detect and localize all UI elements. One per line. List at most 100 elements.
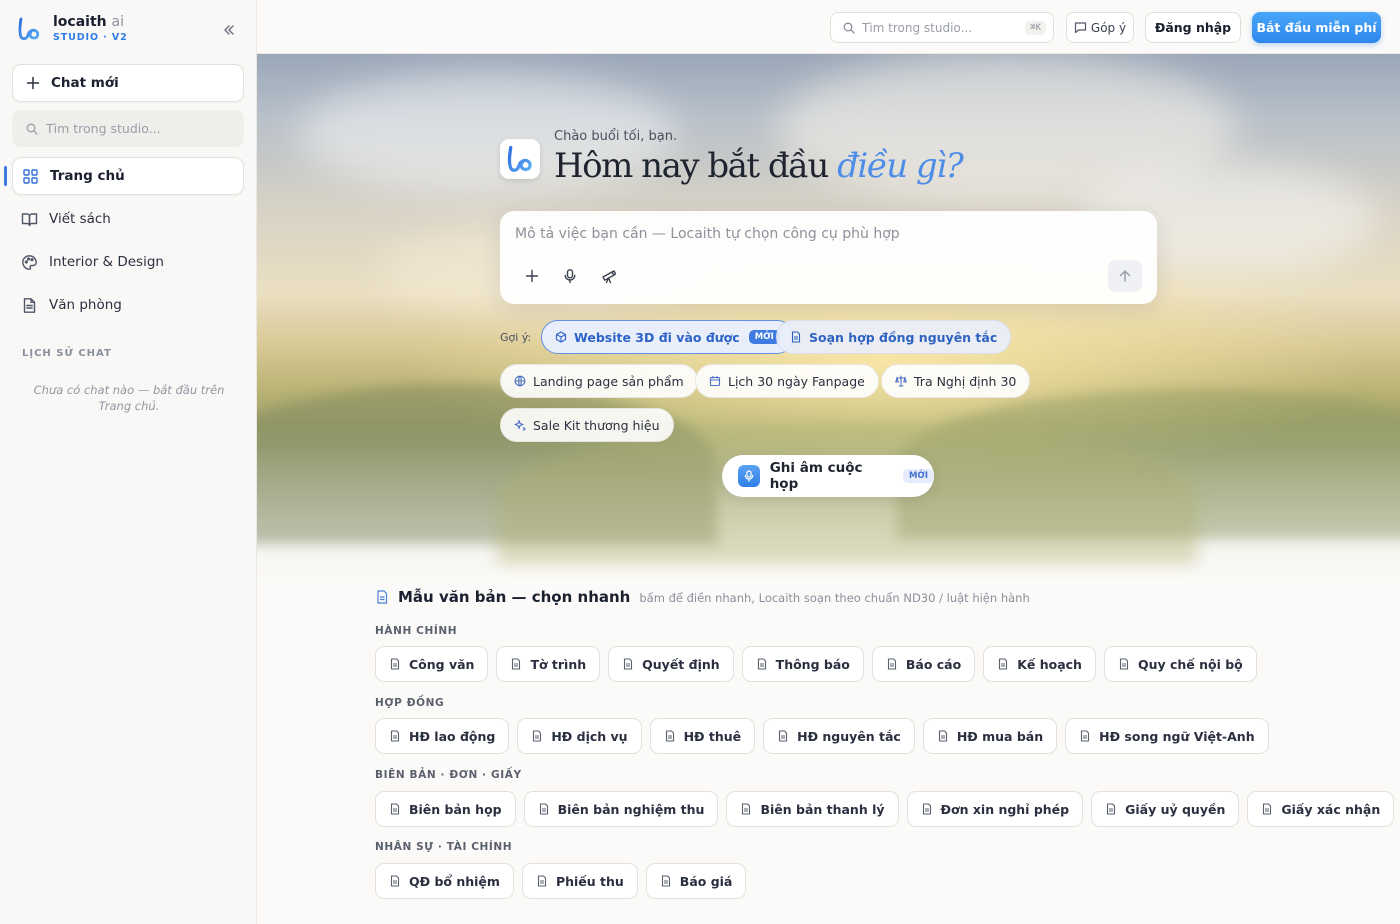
template-chip[interactable]: Tờ trình <box>496 646 601 682</box>
document-icon <box>390 803 400 815</box>
template-chip[interactable]: Biên bản họp <box>375 791 516 827</box>
suggestion-label: Tra Nghị định 30 <box>914 373 1017 389</box>
microphone-icon[interactable] <box>562 268 578 284</box>
collapse-sidebar-icon[interactable] <box>221 22 237 38</box>
template-chip-label: Thông báo <box>775 656 850 672</box>
template-row-hr-finance: QĐ bổ nhiệm Phiếu thu Báo giá <box>375 863 754 899</box>
template-group-label: NHÂN SỰ · TÀI CHÍNH <box>375 841 513 853</box>
template-chip[interactable]: Biên bản thanh lý <box>726 791 899 827</box>
document-icon <box>938 730 947 742</box>
hero-background <box>257 54 1400 584</box>
suggestion-contract[interactable]: Soạn hợp đồng nguyên tắc <box>776 320 1012 354</box>
template-chip[interactable]: Giấy xác nhận <box>1247 791 1395 827</box>
document-icon <box>539 803 548 815</box>
template-chip[interactable]: Công văn <box>375 646 489 682</box>
template-chip[interactable]: HĐ lao động <box>375 718 510 754</box>
template-chip-label: HĐ song ngữ Việt-Anh <box>1099 728 1255 744</box>
template-chip[interactable]: Báo giá <box>645 863 747 899</box>
grid-icon <box>23 168 38 184</box>
document-icon <box>661 875 670 887</box>
suggestion-website-3d[interactable]: Website 3D đi vào được MỚI <box>541 320 794 354</box>
sidebar-item-label: Trang chủ <box>50 168 125 184</box>
suggestion-sale-kit[interactable]: Sale Kit thương hiệu <box>500 408 674 442</box>
document-icon <box>390 658 400 670</box>
locaith-logo-icon <box>18 17 40 41</box>
feedback-label: Góp ý <box>1090 20 1127 35</box>
sparkle-icon <box>514 419 526 431</box>
template-chip-label: Đơn xin nghỉ phép <box>940 801 1070 817</box>
template-chip[interactable]: HĐ dịch vụ <box>517 718 642 754</box>
locaith-logo-icon <box>507 145 532 172</box>
suggestion-label: Website 3D đi vào được <box>574 329 740 345</box>
record-mic-badge <box>738 465 760 487</box>
top-search-input[interactable]: Tìm trong studio... ⌘K <box>830 12 1054 43</box>
template-chip[interactable]: Đơn xin nghỉ phép <box>906 791 1084 827</box>
template-chip[interactable]: Biên bản nghiệm thu <box>523 791 719 827</box>
telescope-icon[interactable] <box>601 268 617 284</box>
document-icon <box>390 730 400 742</box>
cube-icon <box>555 331 567 343</box>
new-chat-button[interactable]: Chat mới <box>12 64 244 102</box>
template-chip[interactable]: QĐ bổ nhiệm <box>375 863 514 899</box>
template-chip[interactable]: Giấy uỷ quyền <box>1091 791 1240 827</box>
template-chip[interactable]: Quyết định <box>608 646 734 682</box>
document-icon <box>1081 730 1090 742</box>
brand-name: locaith ai <box>53 14 124 30</box>
template-chip-label: Quyết định <box>642 656 720 672</box>
document-icon <box>757 658 766 670</box>
search-icon <box>843 22 855 34</box>
sidebar-item-write-book[interactable]: Viết sách <box>12 200 244 238</box>
plus-icon <box>26 76 40 90</box>
suggestions-label: Gợi ý: <box>500 331 532 344</box>
sidebar-item-interior-design[interactable]: Interior & Design <box>12 243 244 281</box>
template-chip-label: Quy chế nội bộ <box>1137 656 1243 672</box>
suggestion-decree-30[interactable]: Tra Nghị định 30 <box>881 364 1031 398</box>
template-chip-label: HĐ lao động <box>409 728 496 744</box>
template-chip[interactable]: HĐ song ngữ Việt-Anh <box>1065 718 1269 754</box>
template-chip[interactable]: HĐ mua bán <box>922 718 1058 754</box>
sidebar-nav: Trang chủ Viết sách Interior & Design Vă… <box>4 157 244 329</box>
sidebar-item-label: Viết sách <box>49 211 111 227</box>
chat-history-empty-text: Chưa có chat nào — bắt đầu trên Trang ch… <box>33 383 225 413</box>
suggestion-landing-page[interactable]: Landing page sản phẩm <box>500 364 698 398</box>
document-icon <box>390 875 400 887</box>
template-chip-label: Kế hoạch <box>1017 656 1082 672</box>
feedback-button[interactable]: Góp ý <box>1066 12 1134 43</box>
chat-history-title: LỊCH SỬ CHAT <box>22 348 112 359</box>
document-icon <box>1263 803 1272 815</box>
login-button[interactable]: Đăng nhập <box>1145 12 1241 43</box>
sidebar-item-home[interactable]: Trang chủ <box>4 157 244 195</box>
document-icon <box>23 297 36 313</box>
attach-plus-icon[interactable] <box>524 268 540 284</box>
template-chip[interactable]: Quy chế nội bộ <box>1103 646 1257 682</box>
hero-headline: Hôm nay bắt đầu điều gì? <box>554 146 964 186</box>
sidebar-item-office[interactable]: Văn phòng <box>12 286 244 324</box>
suggestion-fanpage-calendar[interactable]: Lịch 30 ngày Fanpage <box>695 364 879 398</box>
brand[interactable]: locaith ai STUDIO · V2 <box>16 14 128 44</box>
template-chip-label: Công văn <box>409 656 475 672</box>
sidebar-item-label: Interior & Design <box>49 254 164 270</box>
new-chat-label: Chat mới <box>51 75 119 91</box>
template-chip[interactable]: HĐ nguyên tắc <box>763 718 915 754</box>
document-icon <box>665 730 674 742</box>
sidebar-search-placeholder: Tìm trong studio... <box>46 121 161 136</box>
prompt-placeholder: Mô tả việc bạn cần — Locaith tự chọn côn… <box>515 226 900 242</box>
start-free-button[interactable]: Bắt đầu miễn phí <box>1252 12 1381 43</box>
top-search-placeholder: Tìm trong studio... <box>862 20 973 35</box>
prompt-input[interactable]: Mô tả việc bạn cần — Locaith tự chọn côn… <box>500 211 1157 304</box>
template-chip[interactable]: Kế hoạch <box>983 646 1096 682</box>
template-chip-label: HĐ dịch vụ <box>551 728 628 744</box>
document-icon <box>624 658 633 670</box>
top-bar: Tìm trong studio... ⌘K Góp ý Đăng nhập B… <box>257 0 1400 54</box>
template-chip-label: Biên bản họp <box>409 801 502 817</box>
document-icon <box>1119 658 1129 670</box>
record-meeting-button[interactable]: Ghi âm cuộc họp MỚI <box>722 455 934 497</box>
template-chip[interactable]: Phiếu thu <box>521 863 638 899</box>
sidebar-search-input[interactable]: Tìm trong studio... <box>12 110 244 147</box>
template-chip[interactable]: HĐ thuê <box>649 718 756 754</box>
template-chip[interactable]: Báo cáo <box>871 646 976 682</box>
template-chip[interactable]: Thông báo <box>741 646 864 682</box>
send-button[interactable] <box>1108 260 1142 292</box>
search-shortcut-badge: ⌘K <box>1025 20 1046 35</box>
template-chip-label: HĐ mua bán <box>956 728 1044 744</box>
